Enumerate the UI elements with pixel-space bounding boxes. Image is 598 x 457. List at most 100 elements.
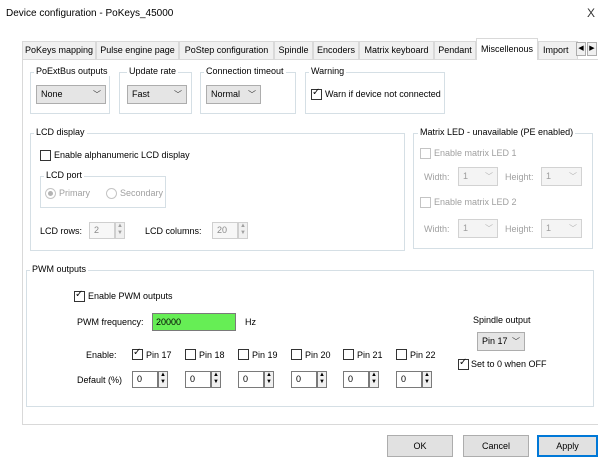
led1-height-label: Height: xyxy=(505,172,534,182)
pwm-pin-label: Pin 21 xyxy=(357,350,383,360)
chevron-down-icon: ﹀ xyxy=(248,90,256,99)
lcd-rows-spin-icon[interactable]: ▲ ▼ xyxy=(115,222,125,239)
enable-lcd-checkbox[interactable] xyxy=(40,150,51,161)
led1-height-value: 1 xyxy=(546,171,552,181)
pwm-pin-checkbox[interactable] xyxy=(238,349,249,360)
window-title: Device configuration - PoKeys_45000 xyxy=(6,8,174,19)
lcd-display-group-label: LCD display xyxy=(34,127,87,137)
pwm-pin-default-spin-icon[interactable]: ▲ ▼ xyxy=(422,371,432,388)
pwm-outputs-group-label: PWM outputs xyxy=(30,264,89,274)
tab-scroll-left-icon[interactable]: ◀ xyxy=(576,42,586,56)
led1-width-label: Width: xyxy=(424,172,450,182)
led2-height-value: 1 xyxy=(546,223,552,233)
pwm-pin-label: Pin 22 xyxy=(410,350,436,360)
pwm-pin-checkbox[interactable] xyxy=(396,349,407,360)
spindle-output-select[interactable]: Pin 17 ﹀ xyxy=(477,332,525,351)
lcd-port-primary-radio[interactable] xyxy=(45,188,56,199)
pwm-pin-default-input[interactable]: 0 xyxy=(343,371,369,388)
pwm-pin-default-spin-icon[interactable]: ▲ ▼ xyxy=(369,371,379,388)
connection-timeout-select-value: Normal xyxy=(211,89,241,99)
lcd-columns-input[interactable]: 20 xyxy=(212,222,238,239)
lcd-port-group-label: LCD port xyxy=(44,170,85,180)
pwm-pin-default-spin-icon[interactable]: ▲ ▼ xyxy=(317,371,327,388)
led2-width-label: Width: xyxy=(424,224,450,234)
matrix-led-group-label: Matrix LED - unavailable (PE enabled) xyxy=(418,127,576,137)
warn-not-connected-checkbox[interactable] xyxy=(311,87,322,100)
led1-width-select[interactable]: 1 ﹀ xyxy=(458,167,498,186)
tab-scroll-right-icon[interactable]: ▶ xyxy=(587,42,597,56)
lcd-rows-input[interactable]: 2 xyxy=(89,222,115,239)
led2-height-select[interactable]: 1 ﹀ xyxy=(541,219,582,238)
pwm-pin-default-spin-icon[interactable]: ▲ ▼ xyxy=(264,371,274,388)
pwm-pin-label: Pin 20 xyxy=(305,350,331,360)
lcd-port-secondary-radio[interactable] xyxy=(106,188,117,199)
tab-miscellenous[interactable]: Miscellenous xyxy=(476,38,538,60)
ok-button[interactable]: OK xyxy=(387,435,453,457)
chevron-down-icon: ﹀ xyxy=(485,172,493,181)
update-rate-select[interactable]: Fast ﹀ xyxy=(127,85,187,104)
enable-lcd-label: Enable alphanumeric LCD display xyxy=(54,150,190,160)
pwm-pin-checkbox[interactable] xyxy=(343,349,354,360)
lcd-rows-label: LCD rows: xyxy=(40,226,83,236)
pwm-pin-label: Pin 17 xyxy=(146,350,172,360)
lcd-columns-spin-icon[interactable]: ▲ ▼ xyxy=(238,222,248,239)
enable-matrix-led2-checkbox[interactable] xyxy=(420,197,431,208)
pwm-frequency-input[interactable]: 20000 xyxy=(152,313,236,331)
led2-width-select[interactable]: 1 ﹀ xyxy=(458,219,498,238)
lcd-port-secondary-label: Secondary xyxy=(120,188,164,198)
tab-matrix-keyboard[interactable]: Matrix keyboard xyxy=(359,41,434,59)
enable-pwm-label: Enable PWM outputs xyxy=(88,291,173,301)
tab-import[interactable]: Import xyxy=(538,41,578,59)
pwm-pin-default-input[interactable]: 0 xyxy=(238,371,264,388)
chevron-down-icon: ﹀ xyxy=(512,337,520,346)
connection-timeout-group-label: Connection timeout xyxy=(204,66,286,76)
pwm-pin-checkbox[interactable] xyxy=(291,349,302,360)
tab-spindle[interactable]: Spindle xyxy=(274,41,313,59)
apply-button[interactable]: Apply xyxy=(537,435,598,457)
set-zero-when-off-label: Set to 0 when OFF xyxy=(471,359,547,369)
pwm-pin-default-input[interactable]: 0 xyxy=(396,371,422,388)
update-rate-group-label: Update rate xyxy=(127,66,179,76)
enable-matrix-led1-label: Enable matrix LED 1 xyxy=(434,148,517,158)
poextbus-select-value: None xyxy=(41,89,63,99)
tab-encoders[interactable]: Encoders xyxy=(313,41,359,59)
connection-timeout-select[interactable]: Normal ﹀ xyxy=(206,85,261,104)
warn-not-connected-label: Warn if device not connected xyxy=(325,89,441,99)
chevron-down-icon: ﹀ xyxy=(93,90,101,99)
set-zero-when-off-checkbox[interactable] xyxy=(458,357,469,370)
pwm-pin-default-input[interactable]: 0 xyxy=(132,371,158,388)
pwm-pin-default-input[interactable]: 0 xyxy=(291,371,317,388)
tab-postep-configuration[interactable]: PoStep configuration xyxy=(179,41,274,59)
poextbus-select[interactable]: None ﹀ xyxy=(36,85,106,104)
pwm-pin-label: Pin 19 xyxy=(252,350,278,360)
tab-pulse-engine-page[interactable]: Pulse engine page xyxy=(96,41,179,59)
pwm-pin-default-spin-icon[interactable]: ▲ ▼ xyxy=(211,371,221,388)
tab-pendant[interactable]: Pendant xyxy=(434,41,476,59)
lcd-columns-label: LCD columns: xyxy=(145,226,202,236)
led1-width-value: 1 xyxy=(463,171,469,181)
chevron-down-icon: ﹀ xyxy=(569,172,577,181)
poextbus-group-label: PoExtBus outputs xyxy=(34,66,110,76)
close-icon[interactable]: X xyxy=(587,6,598,20)
chevron-down-icon: ﹀ xyxy=(174,90,182,99)
spindle-output-value: Pin 17 xyxy=(482,336,508,346)
lcd-port-primary-label: Primary xyxy=(59,188,90,198)
enable-pwm-checkbox[interactable] xyxy=(74,289,85,302)
tab-pokeys-mapping[interactable]: PoKeys mapping xyxy=(22,41,96,59)
pwm-pin-default-spin-icon[interactable]: ▲ ▼ xyxy=(158,371,168,388)
pwm-pin-label: Pin 18 xyxy=(199,350,225,360)
pwm-default-row-label: Default (%) xyxy=(77,375,123,385)
led1-height-select[interactable]: 1 ﹀ xyxy=(541,167,582,186)
pwm-enable-row-label: Enable: xyxy=(86,350,117,360)
chevron-down-icon: ﹀ xyxy=(485,224,493,233)
pwm-pin-default-input[interactable]: 0 xyxy=(185,371,211,388)
spindle-output-label: Spindle output xyxy=(473,315,531,325)
pwm-pin-checkbox[interactable] xyxy=(132,347,143,360)
pwm-pin-checkbox[interactable] xyxy=(185,349,196,360)
led2-width-value: 1 xyxy=(463,223,469,233)
warning-group-label: Warning xyxy=(309,66,347,76)
enable-matrix-led1-checkbox[interactable] xyxy=(420,148,431,159)
pwm-frequency-label: PWM frequency: xyxy=(77,317,144,327)
enable-matrix-led2-label: Enable matrix LED 2 xyxy=(434,197,517,207)
cancel-button[interactable]: Cancel xyxy=(463,435,529,457)
